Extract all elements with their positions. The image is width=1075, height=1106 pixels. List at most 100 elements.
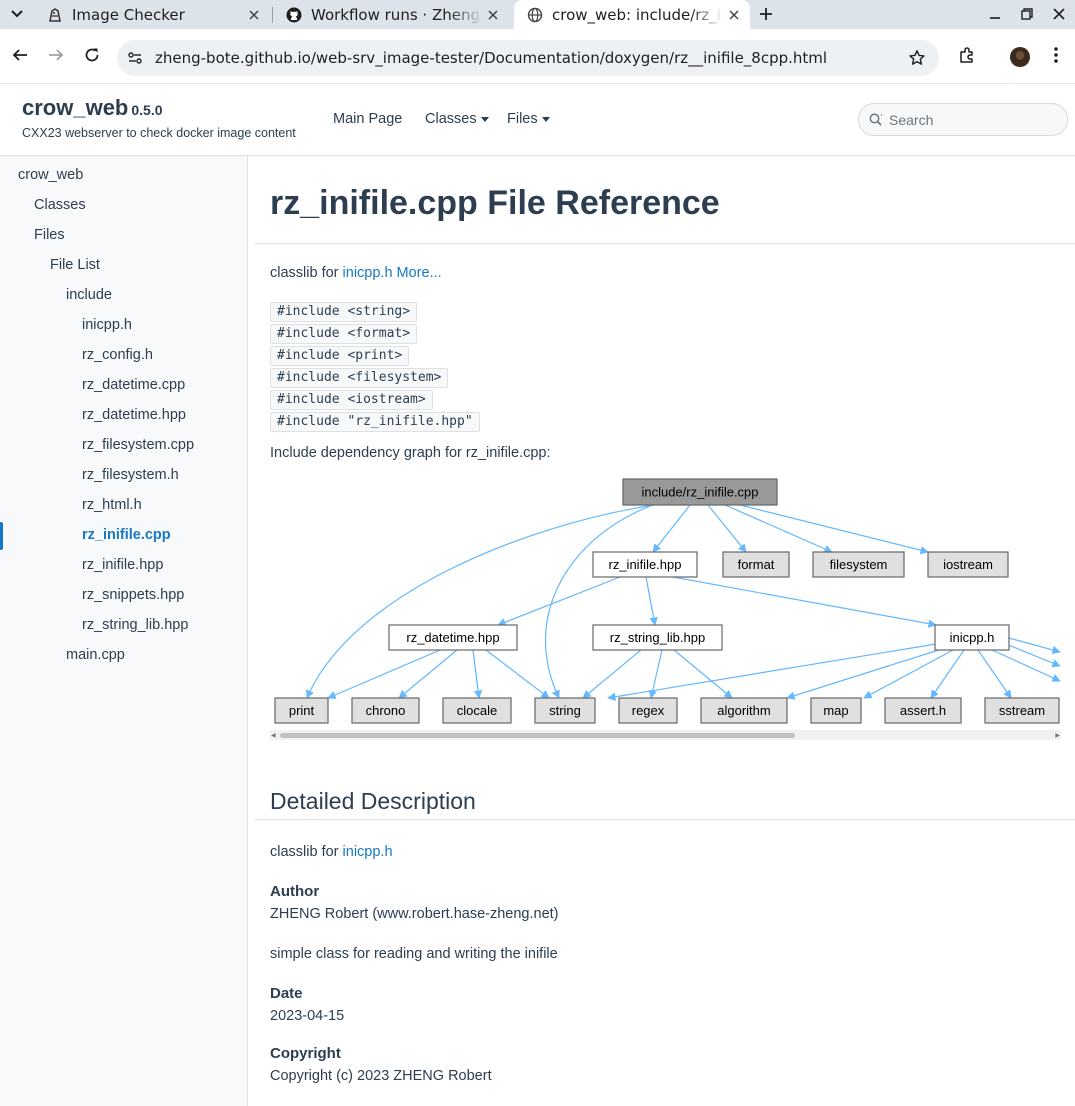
sidebar-item-classes[interactable]: Classes <box>34 197 86 213</box>
caret-down-icon <box>480 116 489 122</box>
site-info-icon[interactable] <box>122 45 148 71</box>
edge-inicpp-offscreen <box>1005 643 1061 668</box>
back-icon[interactable] <box>7 42 33 68</box>
menu-main-page[interactable]: Main Page <box>333 111 402 127</box>
detailed-brief-prefix: classlib for <box>270 844 339 860</box>
graph-node-label: filesystem <box>830 557 888 572</box>
graph-node-rzdatetime[interactable]: rz_datetime.hpp <box>388 624 518 651</box>
inicpp-link[interactable]: inicpp.h <box>343 844 393 860</box>
edge-rzinihpp-rzstrlib <box>645 576 658 626</box>
brief-description: classlib for inicpp.h More... <box>270 265 442 281</box>
edge-rzstrlib-string <box>582 649 642 699</box>
sidebar-item-main-cpp[interactable]: main.cpp <box>66 647 125 663</box>
sidebar-item-rz-string-lib-hpp[interactable]: rz_string_lib.hpp <box>82 617 188 633</box>
extensions-icon[interactable] <box>954 42 980 68</box>
minimize-icon[interactable] <box>982 3 1008 25</box>
graph-node-inicpp[interactable]: inicpp.h <box>934 624 1010 651</box>
browser-tab-strip: Image Checker Workflow runs · Zheng-Bote… <box>0 0 1075 29</box>
graph-node-chrono: chrono <box>351 697 420 724</box>
sidebar-item-files[interactable]: Files <box>34 227 65 243</box>
sidebar-item-rz-html-h[interactable]: rz_html.h <box>82 497 142 513</box>
tab-workflow-runs[interactable]: Workflow runs · Zheng-Bote/web-srv_image… <box>273 0 509 29</box>
graph-node-regex: regex <box>618 697 678 724</box>
sidebar-item-include[interactable]: include <box>66 287 112 303</box>
bookmark-star-icon[interactable] <box>907 48 927 68</box>
edge-inicpp-offscreen <box>991 649 1061 682</box>
graph-node-rzstrlib[interactable]: rz_string_lib.hpp <box>592 624 723 651</box>
graph-node-label: regex <box>632 703 665 718</box>
caret-down-icon <box>541 116 550 122</box>
project-title[interactable]: crow_web 0.5.0 <box>22 95 163 121</box>
project-brief: CXX23 webserver to check docker image co… <box>22 126 296 140</box>
graph-node-label: inicpp.h <box>950 630 995 645</box>
sidebar-item-inicpp-h[interactable]: inicpp.h <box>82 317 132 333</box>
inicpp-link[interactable]: inicpp.h <box>343 265 393 281</box>
graph-node-root[interactable]: include/rz_inifile.cpp <box>622 478 778 506</box>
scrollbar-thumb[interactable] <box>280 733 795 738</box>
more-link[interactable]: More... <box>397 265 442 281</box>
reload-icon[interactable] <box>79 42 105 68</box>
author-label: Author <box>270 883 320 900</box>
graph-node-format: format <box>722 551 790 578</box>
sidebar-item-crow-web[interactable]: crow_web <box>18 167 83 183</box>
sidebar-item-file-list[interactable]: File List <box>50 257 100 273</box>
close-window-icon[interactable] <box>1046 3 1072 25</box>
edge-rzdatetime-print <box>327 649 441 699</box>
graph-node-label: string <box>549 703 581 718</box>
sidebar-item-rz-inifile-hpp[interactable]: rz_inifile.hpp <box>82 557 163 573</box>
restore-icon[interactable] <box>1014 3 1040 25</box>
address-bar[interactable]: zheng-bote.github.io/web-srv_image-teste… <box>117 40 939 76</box>
include-line: #include "rz_inifile.hpp" <box>270 412 480 432</box>
profile-avatar[interactable] <box>1010 47 1030 67</box>
sidebar-item-rz-config-h[interactable]: rz_config.h <box>82 347 153 363</box>
tab-search-dropdown-icon[interactable] <box>4 3 30 25</box>
github-icon <box>285 6 303 24</box>
graph-node-print: print <box>274 697 329 724</box>
close-tab-icon[interactable] <box>724 5 744 25</box>
globe-icon <box>526 6 544 24</box>
graph-node-iostream: iostream <box>927 551 1009 578</box>
sidebar-item-rz-inifile-cpp[interactable]: rz_inifile.cpp <box>82 527 171 543</box>
graph-node-rzinihpp[interactable]: rz_inifile.hpp <box>592 551 698 578</box>
browser-menu-icon[interactable] <box>1043 42 1069 68</box>
sidebar-item-rz-filesystem-h[interactable]: rz_filesystem.h <box>82 467 179 483</box>
scroll-right-icon[interactable]: ▶ <box>1055 732 1060 739</box>
graph-node-asserth: assert.h <box>884 697 962 724</box>
graph-node-label: clocale <box>457 703 497 718</box>
sidebar-item-rz-datetime-cpp[interactable]: rz_datetime.cpp <box>82 377 185 393</box>
sidebar-item-rz-snippets-hpp[interactable]: rz_snippets.hpp <box>82 587 184 603</box>
forward-icon[interactable] <box>43 42 69 68</box>
tab-image-checker[interactable]: Image Checker <box>34 0 270 29</box>
close-tab-icon[interactable] <box>483 5 503 25</box>
edge-inicpp-map <box>863 649 954 699</box>
detailed-brief: classlib for inicpp.h <box>270 844 393 860</box>
menu-classes[interactable]: Classes <box>425 111 489 127</box>
nav-tree-sidebar: crow_web Classes Files File List include… <box>0 156 248 1106</box>
browser-toolbar: zheng-bote.github.io/web-srv_image-teste… <box>0 29 1075 84</box>
graph-node-algorithm: algorithm <box>700 697 788 724</box>
copyright-label: Copyright <box>270 1045 341 1062</box>
graph-node-string: string <box>534 697 596 724</box>
close-tab-icon[interactable] <box>244 5 264 25</box>
edge-rzdatetime-chrono <box>398 649 458 699</box>
search-icon[interactable] <box>868 112 884 128</box>
edge-root-rzinihpp <box>652 504 691 553</box>
sidebar-item-rz-datetime-hpp[interactable]: rz_datetime.hpp <box>82 407 186 423</box>
graph-node-label: sstream <box>999 703 1045 718</box>
new-tab-icon[interactable] <box>754 3 778 25</box>
tab-title: Workflow runs · Zheng-Bote/web-srv_image… <box>311 5 483 24</box>
tab-file-reference[interactable]: crow_web: include/rz_inifile.cpp File Re… <box>514 0 750 29</box>
edge-inicpp-offscreen <box>1008 637 1061 655</box>
search-input[interactable] <box>889 111 1059 129</box>
graph-caption: Include dependency graph for rz_inifile.… <box>270 445 551 461</box>
project-version: 0.5.0 <box>131 102 163 118</box>
graph-node-label: rz_datetime.hpp <box>406 630 499 645</box>
scroll-left-icon[interactable]: ◀ <box>271 732 276 739</box>
sidebar-item-rz-filesystem-cpp[interactable]: rz_filesystem.cpp <box>82 437 194 453</box>
edge-root-iostream <box>739 504 929 555</box>
menu-files[interactable]: Files <box>507 111 550 127</box>
copyright-value: Copyright (c) 2023 ZHENG Robert <box>270 1068 492 1084</box>
graph-horizontal-scrollbar[interactable]: ◀ ▶ <box>270 730 1061 740</box>
selected-indicator <box>0 522 3 550</box>
graph-node-label: map <box>823 703 848 718</box>
